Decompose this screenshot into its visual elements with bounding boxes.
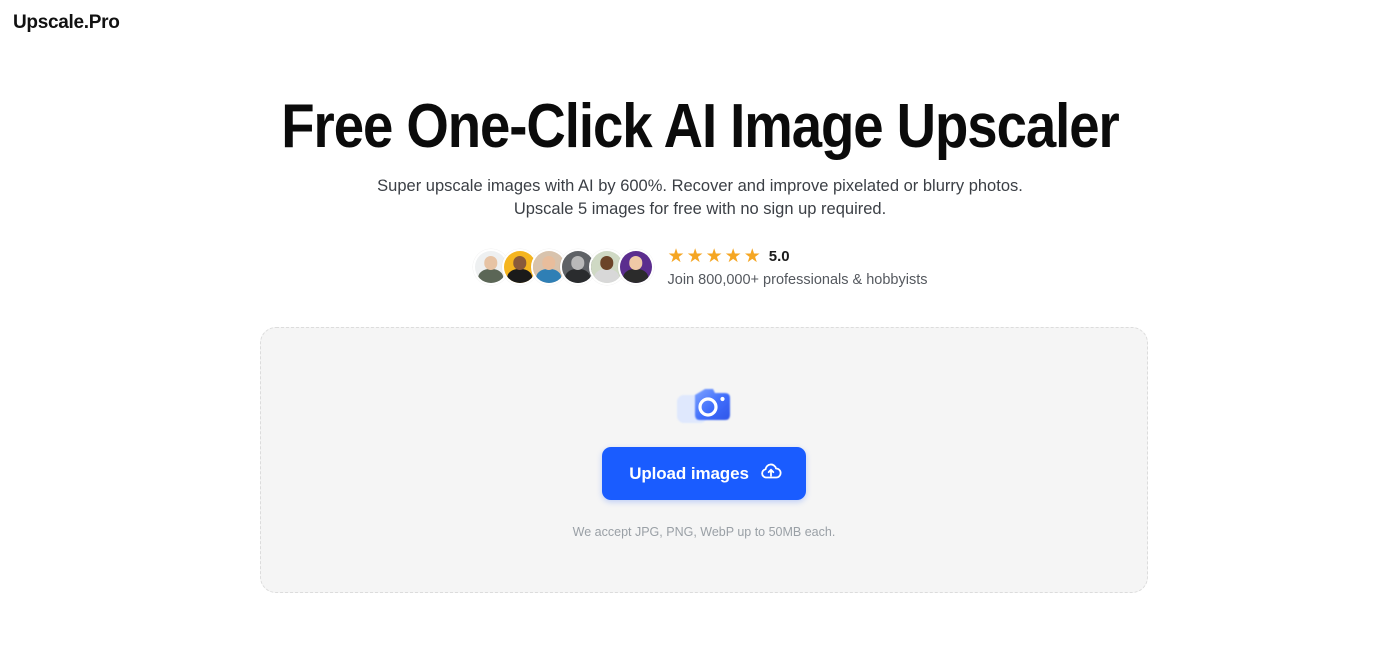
cloud-upload-icon	[760, 462, 782, 485]
avatar-body	[593, 269, 620, 284]
accepted-formats-note: We accept JPG, PNG, WebP up to 50MB each…	[572, 525, 836, 539]
upload-button-label: Upload images	[629, 463, 749, 483]
camera-photo-icon	[675, 381, 733, 433]
site-header: Upscale.Pro	[0, 0, 1400, 44]
upload-dropzone[interactable]: Upload images We accept JPG, PNG, WebP u…	[260, 327, 1148, 593]
avatar-body	[622, 269, 649, 284]
avatar-body	[535, 269, 562, 284]
hero-subtitle: Super upscale images with AI by 600%. Re…	[0, 175, 1400, 221]
site-logo[interactable]: Upscale.Pro	[13, 13, 120, 32]
star-icon: ★	[724, 245, 742, 267]
rating-row: ★ ★ ★ ★ ★ 5.0	[668, 247, 928, 266]
rating-block: ★ ★ ★ ★ ★ 5.0 Join 800,000+ professional…	[668, 247, 928, 288]
avatar-body	[506, 269, 533, 284]
avatar	[617, 249, 654, 286]
page-title: Free One-Click AI Image Upscaler	[281, 92, 1120, 161]
hero-section: Free One-Click AI Image Upscaler Super u…	[0, 96, 1400, 288]
avatar-body	[564, 269, 591, 284]
star-icon: ★	[686, 245, 704, 267]
upload-images-button[interactable]: Upload images	[602, 447, 806, 500]
star-icon: ★	[667, 245, 685, 267]
star-icon: ★	[705, 245, 723, 267]
avatar-body	[477, 269, 504, 284]
avatar-group	[472, 249, 654, 286]
hero-subtitle-line-1: Super upscale images with AI by 600%. Re…	[377, 177, 1023, 195]
star-rating-icons: ★ ★ ★ ★ ★	[668, 247, 761, 266]
page-root: Upscale.Pro Free One-Click AI Image Upsc…	[0, 0, 1400, 655]
star-icon: ★	[743, 245, 761, 267]
social-proof: ★ ★ ★ ★ ★ 5.0 Join 800,000+ professional…	[0, 247, 1400, 288]
hero-subtitle-line-2: Upscale 5 images for free with no sign u…	[513, 199, 887, 218]
social-proof-caption: Join 800,000+ professionals & hobbyists	[667, 271, 928, 288]
rating-score: 5.0	[768, 247, 790, 265]
